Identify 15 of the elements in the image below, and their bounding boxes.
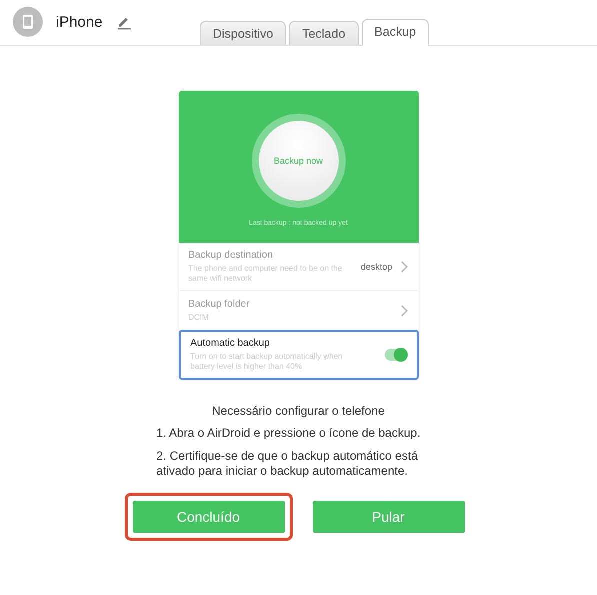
setting-value: desktop [360,262,392,272]
instruction-step: 1. Abra o AirDroid e pressione o ícone de backup. [148,426,448,441]
tab[interactable]: Teclado [289,21,359,45]
instruction-step: 2. Certifique-se de que o backup automático está ativado para iniciar o backup automaticamente. [148,449,448,479]
setting-title: Automatic backup [190,338,271,349]
tablet-icon [13,7,43,37]
instructions-title: Necessário configurar o telefone [211,404,386,418]
toggle-switch[interactable] [384,349,406,361]
device-name: iPhone [56,14,103,30]
setting-title: Backup destination [188,250,274,261]
tab[interactable]: Dispositivo [200,21,286,45]
tab[interactable]: Backup [362,19,430,46]
chevron-icon [400,261,408,273]
chevron-icon [400,304,408,316]
setting-title: Backup folder [188,298,251,310]
